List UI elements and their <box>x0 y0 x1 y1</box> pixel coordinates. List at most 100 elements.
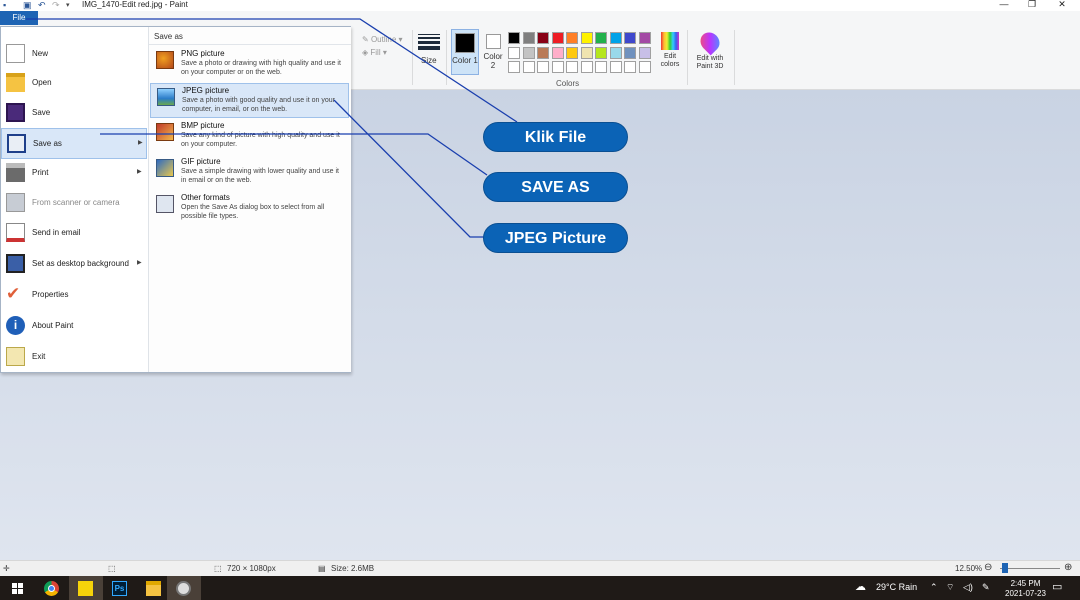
palette-color-swatch[interactable] <box>624 32 636 44</box>
palette-color-swatch[interactable] <box>537 32 549 44</box>
palette-color-swatch[interactable] <box>551 61 564 73</box>
edit-with-paint3d-button[interactable]: Edit with Paint 3D <box>690 28 730 71</box>
save-icon <box>6 103 25 122</box>
window-title: IMG_1470-Edit red.jpg - Paint <box>82 0 188 9</box>
clock-time: 2:45 PM <box>1010 579 1041 588</box>
close-button[interactable]: ✕ <box>1053 0 1071 10</box>
palette-color-swatch[interactable] <box>638 32 651 44</box>
size-lines-icon[interactable] <box>418 34 440 52</box>
save-as-submenu: Save as PNG picture Save a photo or drawi… <box>148 27 351 372</box>
save-as-option-gif-picture[interactable]: GIF picture Save a simple drawing with lo… <box>150 155 349 190</box>
palette-color-swatch[interactable] <box>638 46 651 59</box>
sticky-notes-icon[interactable] <box>69 576 103 600</box>
palette-color-swatch[interactable] <box>566 32 578 44</box>
file-menu-item-open[interactable]: Open <box>1 68 147 99</box>
file-menu-item-about-paint[interactable]: i About Paint <box>1 311 147 342</box>
volume-icon[interactable]: ◁) <box>963 582 973 593</box>
palette-color-swatch[interactable] <box>551 46 564 59</box>
file-explorer-icon[interactable] <box>137 576 171 600</box>
file-menu-item-new[interactable]: New <box>1 39 147 70</box>
show-hidden-icons-icon[interactable]: ⌃ <box>930 582 938 593</box>
file-menu-item-send-in-email[interactable]: Send in email <box>1 218 147 249</box>
redo-icon[interactable]: ↷ <box>52 0 60 11</box>
clock[interactable]: 2:45 PM 2021-07-23 <box>1005 579 1046 599</box>
selection-size-icon: ⬚ <box>108 564 116 573</box>
fill-dropdown[interactable]: ◈ Fill ▾ <box>362 48 387 57</box>
zoom-slider-thumb[interactable] <box>1002 563 1008 573</box>
palette-color-swatch[interactable] <box>580 61 593 73</box>
palette-color-swatch[interactable] <box>580 46 593 59</box>
size-label[interactable]: Size <box>421 56 437 65</box>
palette-color-swatch[interactable] <box>551 32 564 44</box>
file-menu-item-label: About Paint <box>32 321 74 330</box>
palette-color-swatch[interactable] <box>595 46 607 59</box>
color1-button[interactable]: Color 1 <box>451 29 479 75</box>
png-picture-icon <box>156 51 174 69</box>
file-menu-item-from-scanner-or-camera[interactable]: From scanner or camera <box>1 188 147 219</box>
palette-color-swatch[interactable] <box>522 61 535 73</box>
save-as-header: Save as <box>149 29 351 45</box>
info-icon: i <box>6 316 25 335</box>
weather-text[interactable]: 29°C Rain <box>876 582 917 592</box>
undo-icon[interactable]: ↶ <box>38 0 46 11</box>
save-icon[interactable]: ▣ <box>23 0 32 11</box>
palette-color-swatch[interactable] <box>595 32 607 44</box>
chevron-right-icon: ▶ <box>137 260 142 266</box>
weather-icon[interactable]: ☁ <box>855 580 866 593</box>
file-menu-item-exit[interactable]: Exit <box>1 342 147 373</box>
status-bar: ✛ ⬚ ⬚ 720 × 1080px ▤ Size: 2.6MB 12.50% … <box>0 560 1080 576</box>
paint-icon[interactable] <box>167 576 201 600</box>
zoom-slider-track[interactable] <box>1000 568 1060 569</box>
palette-color-swatch[interactable] <box>508 46 520 59</box>
palette-color-swatch[interactable] <box>537 61 549 73</box>
maximize-button[interactable]: ❐ <box>1023 0 1041 10</box>
palette-color-swatch[interactable] <box>522 46 535 59</box>
title-bar: ▪ ▣ ↶ ↷ ▾ IMG_1470-Edit red.jpg - Paint … <box>0 0 1080 11</box>
file-menu-item-set-as-desktop-background[interactable]: Set as desktop background ▶ <box>1 249 147 280</box>
palette-color-swatch[interactable] <box>609 46 622 59</box>
edit-colors-button[interactable]: Edit colors <box>656 32 684 69</box>
palette-color-swatch[interactable] <box>638 61 651 73</box>
palette-color-swatch[interactable] <box>537 46 549 59</box>
file-menu-item-save-as[interactable]: Save as ▶ <box>1 128 147 159</box>
palette-color-swatch[interactable] <box>595 61 607 73</box>
palette-color-swatch[interactable] <box>580 32 593 44</box>
save-as-option-jpeg-picture[interactable]: JPEG picture Save a photo with good quali… <box>150 83 349 118</box>
network-icon[interactable]: ⌔ <box>946 582 954 593</box>
palette-color-swatch[interactable] <box>566 61 578 73</box>
palette-color-swatch[interactable] <box>624 46 636 59</box>
minimize-button[interactable]: — <box>995 0 1013 10</box>
file-menu-item-save[interactable]: Save <box>1 98 147 129</box>
pen-icon[interactable]: ✎ <box>982 582 990 593</box>
taskbar: Ps ☁ 29°C Rain ⌃ ⌔ ◁) ✎ 2:45 PM 2021-07-… <box>0 576 1080 600</box>
color2-button[interactable]: Color 2 <box>482 29 504 75</box>
palette-color-swatch[interactable] <box>609 32 622 44</box>
save-as-option-png-picture[interactable]: PNG picture Save a photo or drawing with … <box>150 47 349 82</box>
jpeg-picture-icon <box>157 88 175 106</box>
file-size: Size: 2.6MB <box>331 564 375 573</box>
chrome-icon[interactable] <box>35 576 69 600</box>
save-as-option-description: Open the Save As dialog box to select fr… <box>181 204 325 220</box>
notifications-icon[interactable]: ▭ <box>1052 580 1062 593</box>
zoom-out-button[interactable]: ⊖ <box>984 562 992 573</box>
save-as-option-other-formats[interactable]: Other formats Open the Save As dialog box… <box>150 191 349 226</box>
color2-label: Color 2 <box>483 52 503 70</box>
photoshop-icon[interactable]: Ps <box>103 576 137 600</box>
file-menu-item-properties[interactable]: ✔ Properties <box>1 280 147 311</box>
customize-dropdown-icon[interactable]: ▾ <box>66 0 70 11</box>
save-as-option-bmp-picture[interactable]: BMP picture Save any kind of picture with… <box>150 119 349 154</box>
palette-color-swatch[interactable] <box>566 46 578 59</box>
file-tab[interactable]: File <box>0 11 38 25</box>
palette-color-swatch[interactable] <box>609 61 622 73</box>
palette-color-swatch[interactable] <box>624 61 636 73</box>
palette-color-swatch[interactable] <box>508 32 520 44</box>
palette-color-swatch[interactable] <box>522 32 535 44</box>
zoom-in-button[interactable]: ⊕ <box>1064 562 1072 573</box>
windows-start-icon[interactable] <box>0 576 34 600</box>
file-menu-item-label: Set as desktop background <box>32 259 129 268</box>
desktop-background-icon <box>6 254 25 273</box>
file-menu-item-print[interactable]: Print ▶ <box>1 158 147 189</box>
save-as-option-description: Save any kind of picture with high quali… <box>181 132 340 148</box>
outline-dropdown[interactable]: ✎ Outline ▾ <box>362 35 403 44</box>
palette-color-swatch[interactable] <box>508 61 520 73</box>
